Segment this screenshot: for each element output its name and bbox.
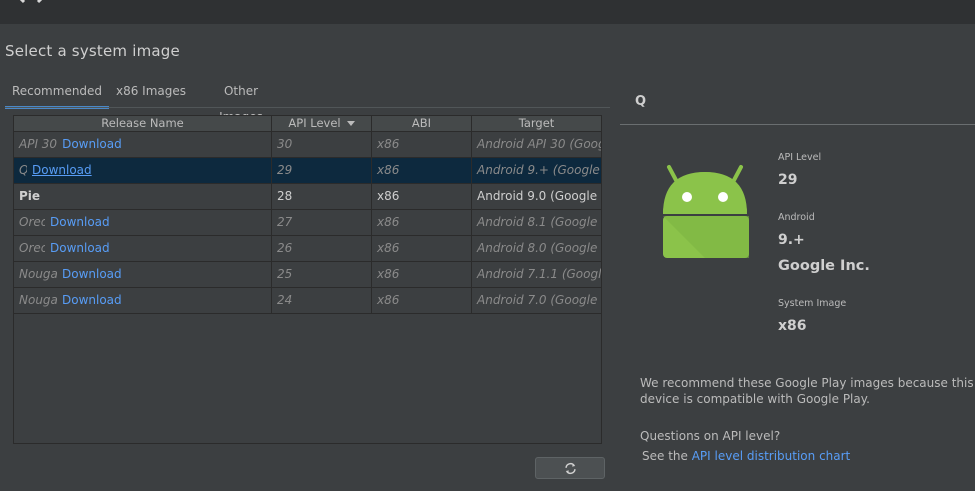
target-cell: Android 7.0 (Google Pla bbox=[477, 293, 601, 307]
app-icon bbox=[19, 0, 43, 4]
column-header-api-label: API Level bbox=[288, 116, 341, 130]
download-link[interactable]: Download bbox=[62, 267, 122, 281]
android-version-value: 9.+ bbox=[778, 232, 805, 248]
system-image-label: System Image bbox=[778, 298, 847, 309]
vendor-value: Google Inc. bbox=[778, 258, 870, 274]
table-row[interactable]: Oreo Download 26 x86 Android 8.0 (Google … bbox=[14, 236, 601, 262]
target-cell: Android 8.0 (Google Pla bbox=[477, 241, 601, 255]
title-bar bbox=[0, 0, 975, 24]
target-cell: Android 9.+ (Google Pl bbox=[477, 163, 601, 177]
page-title: Select a system image bbox=[5, 42, 180, 60]
abi-cell: x86 bbox=[372, 262, 472, 287]
release-name: API 30 bbox=[19, 137, 58, 151]
android-logo bbox=[663, 165, 749, 258]
download-link[interactable]: Download bbox=[62, 293, 122, 307]
refresh-button[interactable] bbox=[535, 457, 605, 479]
release-name-cell: Q Download bbox=[14, 158, 272, 183]
release-name: Nougat bbox=[19, 293, 57, 307]
release-name: Q bbox=[19, 158, 27, 183]
api-level-cell: 30 bbox=[272, 132, 372, 157]
download-link[interactable]: Download bbox=[32, 163, 92, 177]
recommendation-line-1: We recommend these Google Play images be… bbox=[640, 376, 974, 390]
questions-text: Questions on API level? bbox=[640, 429, 781, 443]
table-row[interactable]: Nougat Download 25 x86 Android 7.1.1 (Goo… bbox=[14, 262, 601, 288]
panel-divider bbox=[620, 124, 975, 125]
tab-recommended[interactable]: Recommended bbox=[5, 78, 109, 109]
release-name: Pie bbox=[19, 189, 41, 203]
table-row[interactable]: Pie 28 x86 Android 9.0 (Google Pla bbox=[14, 184, 601, 210]
release-name: Oreo bbox=[19, 215, 45, 229]
image-tabs: Recommended x86 Images Other Images bbox=[5, 78, 610, 124]
target-cell: Android API 30 (Google bbox=[477, 137, 601, 151]
download-link[interactable]: Download bbox=[50, 241, 110, 255]
table-row[interactable]: API 30 Download 30 x86 Android API 30 (Go… bbox=[14, 132, 601, 158]
download-link[interactable]: Download bbox=[62, 137, 122, 151]
api-level-cell: 24 bbox=[272, 288, 372, 313]
release-name-cell: Pie bbox=[14, 184, 272, 209]
recommendation-line-2: device is compatible with Google Play. bbox=[640, 392, 870, 406]
target-cell: Android 9.0 (Google Pla bbox=[477, 189, 601, 203]
see-the-text: See the bbox=[642, 449, 688, 463]
column-header-api-level[interactable]: API Level bbox=[272, 116, 372, 131]
api-level-cell: 25 bbox=[272, 262, 372, 287]
refresh-icon bbox=[565, 462, 576, 475]
api-level-cell: 29 bbox=[272, 158, 372, 183]
android-label: Android bbox=[778, 212, 815, 223]
abi-cell: x86 bbox=[372, 288, 472, 313]
column-header-release-name[interactable]: Release Name bbox=[14, 116, 272, 131]
column-header-target[interactable]: Target bbox=[472, 116, 601, 131]
column-header-abi[interactable]: ABI bbox=[372, 116, 472, 131]
abi-cell: x86 bbox=[372, 184, 472, 209]
abi-cell: x86 bbox=[372, 158, 472, 183]
api-distribution-chart-link[interactable]: API level distribution chart bbox=[692, 449, 851, 463]
table-row[interactable]: Nougat Download 24 x86 Android 7.0 (Googl… bbox=[14, 288, 601, 314]
tabs-divider bbox=[5, 107, 610, 108]
release-name: Oreo bbox=[19, 241, 45, 255]
recommendation-note: We recommend these Google Play images be… bbox=[640, 375, 974, 407]
release-name: Nougat bbox=[19, 267, 57, 281]
table-row[interactable]: Oreo Download 27 x86 Android 8.1 (Google … bbox=[14, 210, 601, 236]
release-name-cell: API 30 Download bbox=[14, 132, 272, 157]
table-row-selected[interactable]: Q Download 29 x86 Android 9.+ (Google Pl bbox=[14, 158, 601, 184]
sort-descending-icon bbox=[346, 121, 355, 126]
release-name-cell: Oreo Download bbox=[14, 236, 272, 261]
image-details-title: Q bbox=[635, 94, 647, 109]
api-level-label: API Level bbox=[778, 152, 822, 163]
api-level-cell: 26 bbox=[272, 236, 372, 261]
tab-other-images[interactable]: Other Images bbox=[201, 78, 281, 124]
abi-cell: x86 bbox=[372, 132, 472, 157]
table-header: Release Name API Level ABI Target bbox=[14, 116, 601, 132]
system-image-table[interactable]: Release Name API Level ABI Target API 30… bbox=[13, 115, 602, 444]
api-level-cell: 28 bbox=[272, 184, 372, 209]
api-level-value: 29 bbox=[778, 172, 798, 188]
release-name-cell: Nougat Download bbox=[14, 288, 272, 313]
system-image-value: x86 bbox=[778, 318, 807, 334]
api-level-cell: 27 bbox=[272, 210, 372, 235]
abi-cell: x86 bbox=[372, 236, 472, 261]
target-cell: Android 7.1.1 (Google P bbox=[477, 267, 601, 281]
tab-x86-images[interactable]: x86 Images bbox=[115, 78, 187, 106]
abi-cell: x86 bbox=[372, 210, 472, 235]
download-link[interactable]: Download bbox=[50, 215, 110, 229]
release-name-cell: Nougat Download bbox=[14, 262, 272, 287]
target-cell: Android 8.1 (Google Pla bbox=[477, 215, 601, 229]
release-name-cell: Oreo Download bbox=[14, 210, 272, 235]
chart-link-line: See the API level distribution chart bbox=[642, 448, 850, 464]
